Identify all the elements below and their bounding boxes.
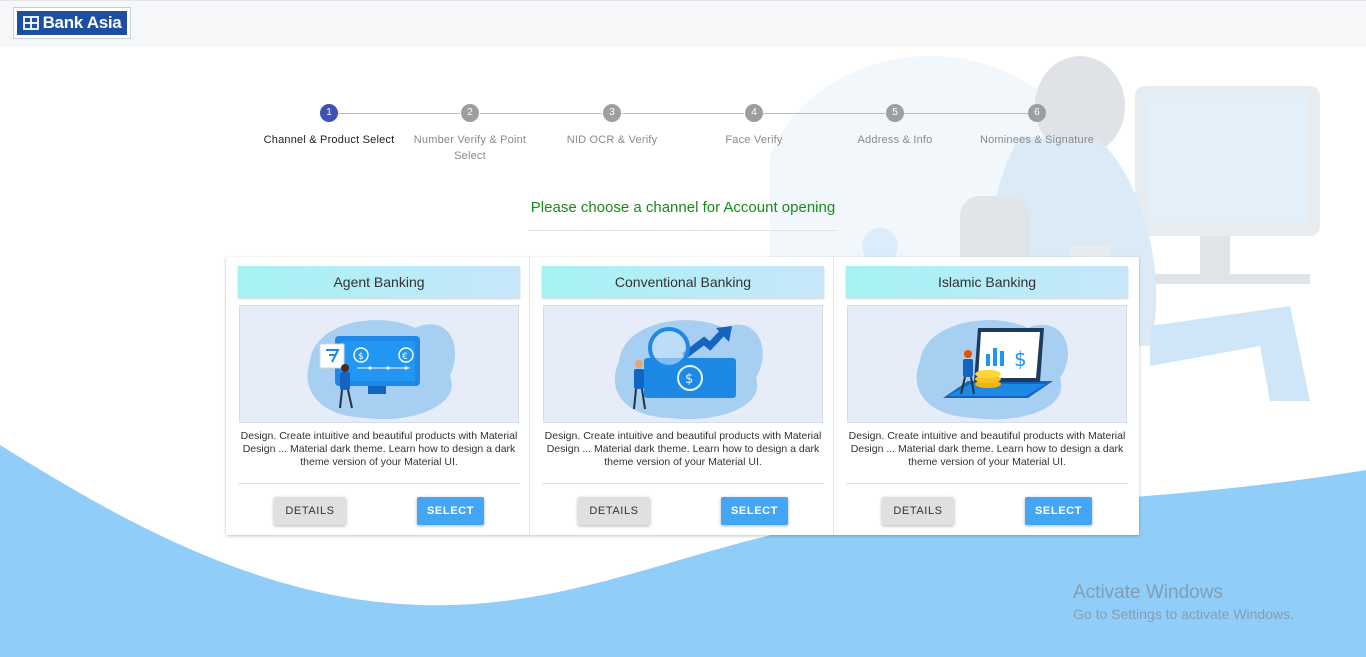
step-number: 4 — [745, 104, 763, 122]
card-description: Design. Create intuitive and beautiful p… — [240, 430, 518, 468]
step-label: NID OCR & Verify — [566, 134, 658, 146]
watermark-subtitle: Go to Settings to activate Windows. — [1073, 606, 1294, 622]
select-button[interactable]: SELECT — [721, 497, 788, 525]
card-divider — [238, 483, 520, 484]
card-media: $ € — [239, 305, 519, 423]
step-label: Nominees & Signature — [979, 134, 1095, 146]
card-title: Islamic Banking — [846, 266, 1128, 298]
details-button[interactable]: DETAILS — [882, 497, 954, 525]
card-description: Design. Create intuitive and beautiful p… — [544, 430, 822, 468]
select-button[interactable]: SELECT — [417, 497, 484, 525]
heading-divider — [528, 230, 838, 231]
card-title: Agent Banking — [238, 266, 520, 298]
card-divider — [846, 483, 1128, 484]
agent-banking-illustration: $ € — [307, 320, 456, 420]
conventional-banking-illustration: $ — [614, 320, 763, 420]
card-islamic-banking: Islamic Banking $ Design. Create intuiti… — [834, 257, 1138, 535]
step-label: Number Verify & Point Select — [413, 134, 527, 162]
step-number: 2 — [461, 104, 479, 122]
card-title: Conventional Banking — [542, 266, 824, 298]
step-number: 1 — [320, 104, 338, 122]
card-media: $ — [543, 305, 823, 423]
step-label: Address & Info — [857, 134, 933, 146]
step-label: Face Verify — [725, 134, 783, 146]
card-media: $ — [847, 305, 1127, 423]
step-address-info[interactable]: 5 Address & Info — [824, 100, 966, 148]
step-nid-ocr[interactable]: 3 NID OCR & Verify — [541, 100, 683, 148]
step-face-verify[interactable]: 4 Face Verify — [683, 100, 825, 148]
details-button[interactable]: DETAILS — [578, 497, 650, 525]
page-heading: Please choose a channel for Account open… — [530, 199, 836, 216]
svg-text:$: $ — [358, 352, 364, 362]
svg-text:€: € — [402, 352, 408, 362]
card-divider — [542, 483, 824, 484]
watermark-title: Activate Windows — [1073, 582, 1223, 603]
activate-windows-watermark: Activate Windows Go to Settings to activ… — [1073, 582, 1294, 622]
step-label: Channel & Product Select — [263, 134, 395, 146]
step-number: 6 — [1028, 104, 1046, 122]
card-description: Design. Create intuitive and beautiful p… — [848, 430, 1126, 468]
progress-stepper: 1 Channel & Product Select 2 Number Veri… — [258, 100, 1108, 180]
step-number: 5 — [886, 104, 904, 122]
step-nominees-signature[interactable]: 6 Nominees & Signature — [966, 100, 1108, 148]
details-button[interactable]: DETAILS — [274, 497, 346, 525]
card-conventional-banking: Conventional Banking $ Design. Create in… — [530, 257, 834, 535]
brand-name: Bank Asia — [42, 13, 122, 32]
step-number-verify[interactable]: 2 Number Verify & Point Select — [399, 100, 541, 164]
svg-text:$: $ — [685, 372, 693, 387]
select-button[interactable]: SELECT — [1025, 497, 1092, 525]
card-agent-banking: Agent Banking $ € Design. Create intuiti… — [226, 257, 530, 535]
channel-cards: Agent Banking $ € Design. Create intuiti… — [226, 257, 1139, 535]
bank-asia-logo-icon — [22, 16, 39, 30]
islamic-banking-illustration: $ — [916, 320, 1069, 420]
top-bar: Bank Asia — [0, 0, 1366, 47]
brand-logo[interactable]: Bank Asia — [13, 7, 131, 39]
step-channel-product-select[interactable]: 1 Channel & Product Select — [258, 100, 400, 148]
step-number: 3 — [603, 104, 621, 122]
svg-text:$: $ — [1014, 347, 1027, 371]
